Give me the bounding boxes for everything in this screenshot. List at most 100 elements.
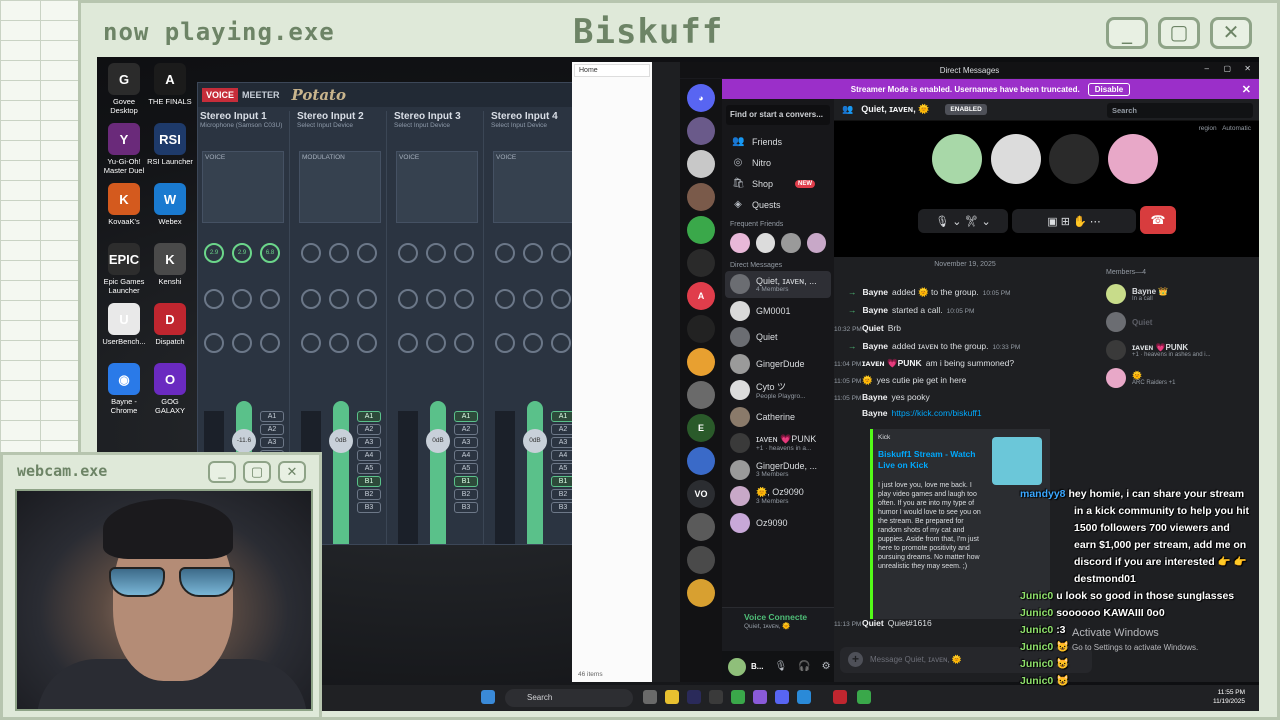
message-author[interactable]: Bayne [862, 408, 888, 418]
dm-item[interactable]: GingerDude [722, 351, 834, 378]
end-call-button[interactable]: ☎ [1140, 206, 1176, 234]
desktop-icon[interactable]: A THE FINALS [147, 63, 193, 106]
bus-toggle-b3[interactable]: B3 [357, 502, 381, 513]
message-author[interactable]: Bayne [863, 305, 889, 315]
color-panel[interactable]: VOICE [202, 151, 284, 223]
app-icon[interactable] [753, 690, 767, 704]
mic-camera-controls[interactable]: 🎙 ⌄ ✂ ⌄ [918, 209, 1008, 233]
app-icon[interactable] [857, 690, 871, 704]
bus-toggle-a4[interactable]: A4 [357, 450, 381, 461]
knob[interactable]: 2.9 [204, 243, 224, 263]
explorer-icon[interactable] [665, 690, 679, 704]
bus-toggle-a3[interactable]: A3 [454, 437, 478, 448]
chrome-icon[interactable] [731, 690, 745, 704]
settings-gear-icon[interactable]: ⚙ [822, 661, 831, 672]
server-icon[interactable]: E [687, 414, 715, 442]
knob[interactable] [495, 289, 515, 309]
knob[interactable] [551, 333, 571, 353]
dm-nav-friends[interactable]: 👥 Friends [722, 131, 834, 152]
dm-item[interactable]: GM0001 [722, 298, 834, 325]
knob[interactable] [523, 289, 543, 309]
server-icon[interactable]: A [687, 282, 715, 310]
dm-item[interactable]: Quiet, ɪᴀᴠᴇɴ, ... 4 Members [725, 271, 831, 298]
knob[interactable] [426, 243, 446, 263]
server-icon[interactable] [687, 150, 715, 178]
bus-toggle-b2[interactable]: B2 [357, 489, 381, 500]
dm-item[interactable]: Cyto ツ People Playgro... [722, 377, 834, 404]
bus-toggle-a1[interactable]: A1 [260, 411, 284, 422]
knob[interactable] [523, 243, 543, 263]
embed-title-link[interactable]: Biskuff1 Stream - Watch Live on Kick [878, 449, 990, 471]
desktop-icon[interactable]: W Webex [147, 183, 193, 226]
fader-knob[interactable]: 0dB [426, 429, 450, 453]
bus-toggle-a2[interactable]: A2 [260, 424, 284, 435]
disable-streamer-mode-button[interactable]: Disable [1087, 82, 1131, 96]
dm-nav-nitro[interactable]: ◎ Nitro [722, 152, 834, 173]
knob[interactable]: 6.8 [260, 243, 280, 263]
server-icon[interactable] [687, 348, 715, 376]
app-icon[interactable] [687, 690, 701, 704]
avatar[interactable] [755, 233, 775, 253]
bus-toggle-a5[interactable]: A5 [454, 463, 478, 474]
minimize-button[interactable]: _ [1106, 17, 1148, 49]
knob[interactable] [454, 289, 474, 309]
desktop-icon[interactable]: Y Yu-Gi-Oh! Master Duel [101, 123, 147, 175]
knob[interactable] [260, 333, 280, 353]
avatar[interactable] [728, 657, 746, 676]
knob[interactable] [426, 333, 446, 353]
knob[interactable] [204, 333, 224, 353]
knob[interactable] [551, 243, 571, 263]
member-item[interactable]: ɪᴀᴠᴇɴ 💗PUNK +1 · heavens in ashes and i..… [1096, 336, 1259, 364]
server-icon[interactable] [687, 579, 715, 607]
discord-taskbar-icon[interactable] [775, 690, 789, 704]
desktop-icon[interactable]: O GOG GALAXY [147, 363, 193, 415]
headphones-icon[interactable]: 🎧 [798, 661, 810, 672]
banner-close-icon[interactable]: ✕ [1242, 83, 1251, 96]
color-panel[interactable]: MODULATION [299, 151, 381, 223]
webcam-close-button[interactable]: ✕ [278, 461, 306, 483]
close-button[interactable]: ✕ [1210, 17, 1252, 49]
microphone-icon[interactable]: 🎙 [774, 661, 787, 672]
call-participant-avatar[interactable] [1108, 134, 1158, 184]
taskbar-search[interactable]: Search [505, 689, 633, 707]
strip-device[interactable]: Microphone (Samson C03U) [198, 122, 289, 129]
dm-item[interactable]: Catherine [722, 404, 834, 431]
knob[interactable] [329, 333, 349, 353]
explorer-tab-home[interactable]: Home [574, 64, 650, 77]
avatar[interactable] [781, 233, 801, 253]
message-author[interactable]: Bayne [863, 287, 889, 297]
knob[interactable] [232, 333, 252, 353]
bus-toggle-a1[interactable]: A1 [357, 411, 381, 422]
desktop-icon[interactable]: EPIC Epic Games Launcher [101, 243, 147, 295]
call-participant-avatar[interactable] [1049, 134, 1099, 184]
message-author[interactable]: Bayne [863, 341, 889, 351]
member-item[interactable]: Bayne 👑 In a call [1096, 280, 1259, 308]
dm-item[interactable]: GingerDude, ... 3 Members [722, 457, 834, 484]
knob[interactable] [329, 243, 349, 263]
message-author[interactable]: Bayne [862, 392, 888, 402]
dm-item[interactable]: Oz9090 [722, 510, 834, 537]
add-attachment-icon[interactable]: + [848, 652, 863, 667]
avatar[interactable] [730, 233, 750, 253]
bus-toggle-b3[interactable]: B3 [454, 502, 478, 513]
knob[interactable] [301, 333, 321, 353]
knob[interactable] [454, 243, 474, 263]
knob[interactable] [329, 289, 349, 309]
bus-toggle-b1[interactable]: B1 [357, 476, 381, 487]
start-icon[interactable] [481, 690, 495, 704]
maximize-button[interactable]: ▢ [1158, 17, 1200, 49]
app-icon[interactable] [797, 690, 811, 704]
knob[interactable] [495, 333, 515, 353]
server-icon[interactable] [687, 546, 715, 574]
bus-toggle-a4[interactable]: A4 [454, 450, 478, 461]
bus-toggle-a3[interactable]: A3 [260, 437, 284, 448]
find-conversation-input[interactable]: Find or start a convers... [726, 105, 830, 125]
server-icon[interactable] [687, 381, 715, 409]
dm-nav-quests[interactable]: ◈ Quests [722, 194, 834, 215]
desktop-icon[interactable]: K Kenshi [147, 243, 193, 286]
strip-device[interactable]: Select Input Device [489, 122, 580, 129]
message-link[interactable]: https://kick.com/biskuff1 [892, 408, 982, 418]
fader-track[interactable] [333, 401, 349, 544]
bus-toggle-b1[interactable]: B1 [454, 476, 478, 487]
knob[interactable] [426, 289, 446, 309]
